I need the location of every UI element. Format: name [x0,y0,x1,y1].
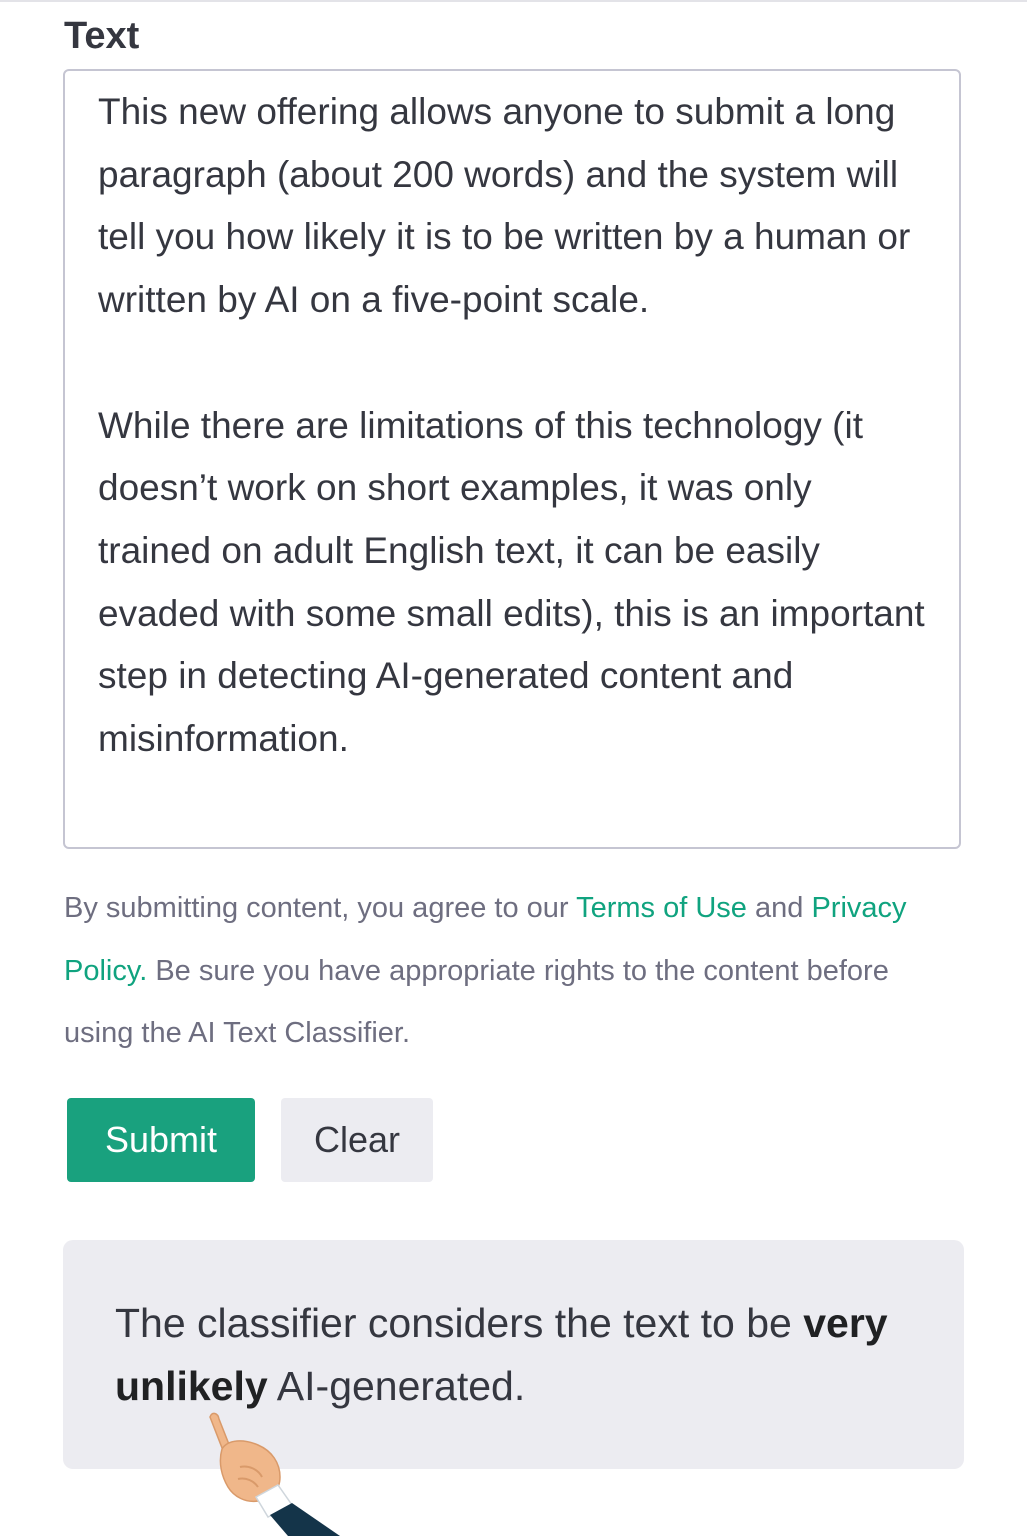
text-paragraph-2: While there are limitations of this tech… [98,404,925,760]
clear-button[interactable]: Clear [281,1098,433,1182]
terms-of-use-link[interactable]: Terms of Use [576,892,747,924]
classifier-result-panel: The classifier considers the text to be … [63,1240,964,1469]
top-divider [0,0,1027,2]
submit-button[interactable]: Submit [67,1098,255,1182]
text-paragraph-1: This new offering allows anyone to submi… [98,91,911,321]
result-prefix: The classifier considers the text to be [115,1300,804,1346]
disclaimer-and: and [746,892,812,924]
disclaimer-suffix: Be sure you have appropriate rights to t… [64,954,889,1050]
disclaimer-prefix: By submitting content, you agree to our [64,892,577,924]
result-message: The classifier considers the text to be … [115,1292,912,1418]
terms-disclaimer: By submitting content, you agree to our … [64,877,944,1065]
text-field-label: Text [64,15,140,57]
result-suffix: AI-generated. [267,1363,526,1409]
text-input-area[interactable]: This new offering allows anyone to submi… [63,69,961,849]
